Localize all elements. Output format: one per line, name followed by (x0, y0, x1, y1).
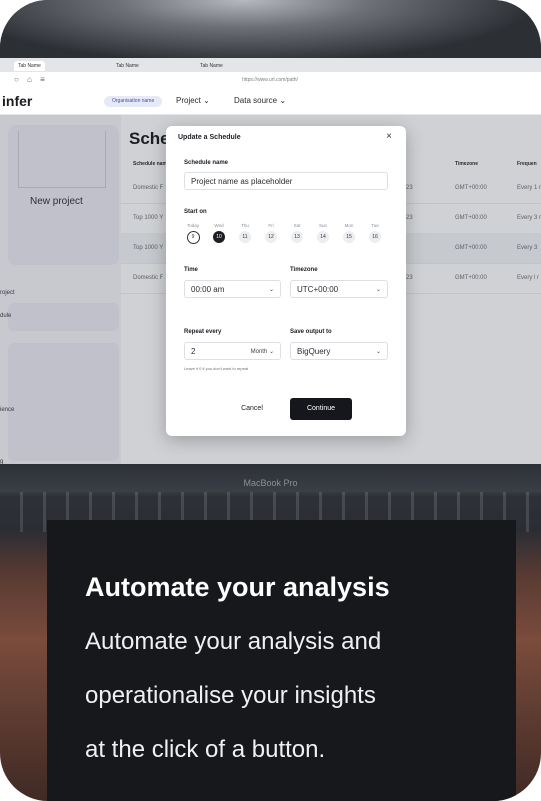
app-header: infer Organisation name Project ⌄ Data s… (0, 88, 541, 115)
day-tue[interactable]: Tue 16 (368, 222, 382, 243)
day-wed[interactable]: Wed 10 (212, 222, 226, 243)
repeat-every-label: Repeat every (184, 329, 222, 335)
modal-title: Update a Schedule (178, 134, 241, 141)
day-number: 16 (369, 231, 381, 243)
browser-tab-2[interactable]: Tab Name (112, 61, 143, 71)
chevron-down-icon: ⌄ (375, 287, 381, 293)
promo-text-panel: Automate your analysis Automate your ana… (47, 520, 516, 801)
day-number: 14 (317, 231, 329, 243)
chevron-down-icon: ⌄ (279, 96, 287, 105)
device-label: MacBook Pro (243, 478, 298, 488)
timezone-label: Timezone (290, 267, 318, 273)
repeat-unit-value: Month (250, 349, 268, 355)
app-logo: infer (2, 93, 33, 109)
day-mon[interactable]: Mon 15 (342, 222, 356, 243)
day-name: Sun (318, 223, 327, 228)
organisation-selector[interactable]: Organisation name (104, 96, 163, 107)
day-number: 11 (239, 231, 251, 243)
promo-body-line-3: at the click of a button. (85, 736, 326, 763)
update-schedule-modal: Update a Schedule × Schedule name Projec… (166, 126, 406, 436)
day-today[interactable]: Today 9 (186, 222, 200, 244)
browser-nav-icons[interactable]: ○ ⌂ ≡ (14, 75, 48, 84)
start-on-label: Start on (184, 209, 207, 215)
save-output-select[interactable]: BigQuery ⌄ (290, 342, 388, 360)
time-label: Time (184, 267, 198, 273)
schedule-name-label: Schedule name (184, 160, 229, 166)
schedule-name-input[interactable]: Project name as placeholder (184, 172, 388, 190)
time-value: 00:00 am (191, 285, 225, 294)
promo-card: Tab Name Tab Name Tab Name ○ ⌂ ≡ https:/… (0, 0, 541, 801)
laptop-top-bezel (0, 0, 541, 64)
close-icon[interactable]: × (386, 131, 392, 142)
day-fri[interactable]: Fri 12 (264, 222, 278, 243)
day-name: Thu (241, 223, 249, 228)
chevron-down-icon: ⌄ (203, 96, 210, 105)
browser-tab-1[interactable]: Tab Name (14, 61, 45, 71)
day-name: Fri (268, 223, 274, 228)
datasource-menu-label: Data source (234, 96, 278, 105)
day-number: 10 (213, 231, 225, 243)
time-select[interactable]: 00:00 am ⌄ (184, 280, 281, 298)
promo-body-line-1: Automate your analysis and (85, 628, 382, 655)
day-name: Wed (214, 223, 224, 228)
timezone-select[interactable]: UTC+00:00 ⌄ (290, 280, 388, 298)
day-name: Sat (293, 223, 301, 228)
day-number: 9 (186, 231, 200, 244)
day-number: 13 (291, 231, 303, 243)
address-bar: ○ ⌂ ≡ https://www.url.com/path/ (0, 72, 541, 89)
cancel-button[interactable]: Cancel (221, 398, 283, 420)
day-name: Tue (371, 223, 379, 228)
day-name: Mon (344, 223, 354, 228)
day-name: Today (186, 223, 199, 228)
url-field[interactable]: https://www.url.com/path/ (200, 76, 340, 84)
datasource-menu[interactable]: Data source ⌄ (234, 96, 286, 105)
browser-tab-3[interactable]: Tab Name (196, 61, 227, 71)
timezone-value: UTC+00:00 (297, 285, 339, 294)
repeat-value: 2 (191, 347, 196, 356)
chevron-down-icon: ⌄ (375, 349, 381, 355)
day-number: 15 (343, 231, 355, 243)
save-output-label: Save output to (290, 329, 332, 335)
day-sat[interactable]: Sat 13 (290, 222, 304, 243)
project-menu-label: Project (176, 96, 201, 105)
repeat-every-input[interactable]: 2 Month ⌄ (184, 342, 281, 360)
browser-tab-strip: Tab Name Tab Name Tab Name (0, 58, 541, 72)
save-output-value: BigQuery (297, 347, 331, 356)
day-sun[interactable]: Sun 14 (316, 222, 330, 243)
project-menu[interactable]: Project ⌄ (176, 96, 210, 105)
chevron-down-icon: ⌄ (268, 287, 274, 293)
repeat-hint: Leave it 0 if you don't want to repeat (184, 366, 249, 371)
day-number: 12 (265, 231, 277, 243)
continue-button[interactable]: Continue (290, 398, 352, 420)
day-thu[interactable]: Thu 11 (238, 222, 252, 243)
promo-body-line-2: operationalise your insights (85, 682, 376, 709)
promo-headline: Automate your analysis (85, 572, 390, 602)
repeat-unit-select[interactable]: Month ⌄ (251, 343, 274, 361)
